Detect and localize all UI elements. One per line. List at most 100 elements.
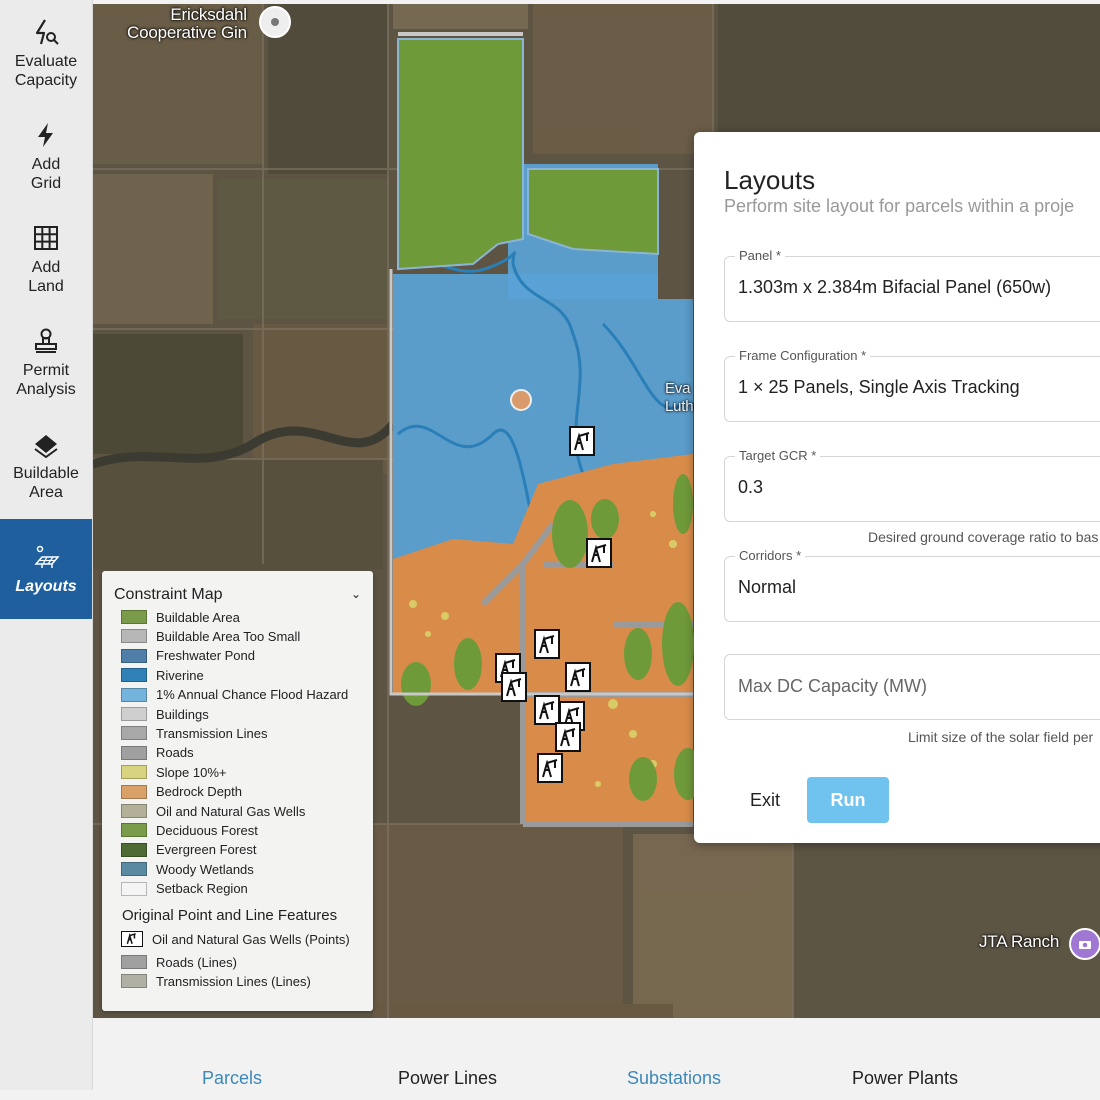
frame-configuration-select[interactable]: Frame Configuration * 1 × 25 Panels, Sin… [724, 348, 1100, 422]
legend-item: Buildings [121, 705, 209, 723]
oil-well-icon [121, 931, 143, 947]
oil-well-icon[interactable] [537, 753, 563, 783]
layouts-panel: Layouts Perform site layout for parcels … [694, 132, 1100, 843]
tab-power-lines[interactable]: Power Lines [398, 1068, 497, 1089]
map-label-ranch: JTA Ranch [979, 932, 1060, 951]
tab-substations[interactable]: Substations [627, 1068, 721, 1089]
sidebar-item-evaluate-capacity[interactable]: Evaluate Capacity [0, 4, 92, 104]
legend-swatch [121, 707, 147, 721]
bolt-icon [38, 123, 53, 147]
sidebar-item-buildable-area[interactable]: Buildable Area [0, 416, 92, 516]
legend-item: 1% Annual Chance Flood Hazard [121, 686, 348, 704]
location-pin-icon[interactable] [259, 6, 291, 38]
legend-item: Buildable Area Too Small [121, 627, 300, 645]
constraint-map-legend: Constraint Map ⌄ Buildable Area Buildable… [102, 571, 373, 1011]
legend-swatch [121, 745, 147, 760]
oil-well-icon[interactable] [534, 695, 560, 725]
field-label: Corridors * [735, 548, 806, 563]
sidebar-item-label: Add Grid [30, 156, 62, 192]
legend-label: Deciduous Forest [156, 822, 258, 838]
tab-power-plants[interactable]: Power Plants [852, 1068, 958, 1089]
sidebar-item-permit-analysis[interactable]: Permit Analysis [0, 313, 92, 413]
legend-swatch [121, 823, 147, 838]
gcr-helper-text: Desired ground coverage ratio to bas [868, 529, 1099, 545]
oil-well-icon[interactable] [534, 629, 560, 659]
legend-swatch [121, 955, 147, 969]
stamp-icon [35, 328, 57, 353]
legend-item: Bedrock Depth [121, 783, 242, 801]
legend-item: Transmission Lines [121, 724, 268, 742]
field-label: Panel * [735, 248, 785, 263]
panel-subtitle: Perform site layout for parcels within a… [724, 196, 1075, 216]
field-value: 1 × 25 Panels, Single Axis Tracking [738, 377, 1020, 397]
legend-label: Bedrock Depth [156, 784, 242, 800]
legend-swatch [121, 974, 147, 988]
sidebar-item-label: Buildable Area [13, 465, 79, 501]
bolt-search-icon [35, 19, 59, 45]
solar-panel-icon [34, 545, 60, 568]
legend-feature-transmission: Transmission Lines (Lines) [121, 972, 311, 990]
legend-swatch [121, 629, 147, 644]
legend-swatch [121, 765, 147, 780]
layers-icon [34, 435, 58, 458]
oil-well-icon[interactable] [555, 722, 581, 752]
legend-item: Riverine [121, 666, 204, 684]
run-button[interactable]: Run [807, 777, 889, 823]
sidebar-item-add-land[interactable]: Add Land [0, 210, 92, 310]
legend-item: Evergreen Forest [121, 841, 256, 859]
legend-label: 1% Annual Chance Flood Hazard [156, 687, 349, 703]
legend-swatch [121, 862, 147, 877]
legend-item: Deciduous Forest [121, 821, 258, 839]
field-value: Normal [738, 577, 797, 597]
legend-label: Roads [156, 745, 194, 761]
legend-label: Transmission Lines (Lines) [156, 973, 311, 989]
legend-label: Setback Region [156, 881, 248, 897]
legend-item: Freshwater Pond [121, 647, 255, 665]
panel-select[interactable]: Panel * 1.303m x 2.384m Bifacial Panel (… [724, 248, 1100, 322]
legend-label: Riverine [156, 667, 204, 683]
legend-item: Roads [121, 744, 194, 762]
legend-item: Oil and Natural Gas Wells [121, 802, 305, 820]
sidebar-item-label: Layouts [15, 577, 77, 595]
field-label: Frame Configuration * [735, 348, 871, 363]
tab-parcels[interactable]: Parcels [202, 1068, 262, 1089]
building-pin-icon[interactable] [510, 389, 532, 411]
legend-item: Buildable Area [121, 608, 240, 626]
sidebar-item-label: Add Land [28, 259, 64, 295]
legend-label: Buildable Area Too Small [156, 628, 301, 644]
oil-well-icon[interactable] [565, 662, 591, 692]
chevron-down-icon[interactable]: ⌄ [351, 587, 361, 601]
bottom-tabs: Parcels Power Lines Substations Power Pl… [93, 1018, 1100, 1100]
legend-label: Roads (Lines) [156, 954, 237, 970]
oil-well-icon[interactable] [586, 538, 612, 568]
legend-swatch [121, 804, 147, 818]
legend-label: Freshwater Pond [156, 648, 255, 664]
legend-label: Buildable Area [156, 609, 240, 625]
legend-label: Oil and Natural Gas Wells [156, 803, 306, 819]
oil-well-icon[interactable] [501, 672, 527, 702]
legend-label: Slope 10%+ [156, 764, 227, 780]
grid-icon [34, 226, 58, 250]
legend-swatch [121, 648, 147, 663]
corridors-select[interactable]: Corridors * Normal [724, 548, 1100, 622]
max-dc-capacity-input[interactable]: Max DC Capacity (MW) [724, 654, 1100, 720]
legend-feature-roads: Roads (Lines) [121, 953, 237, 971]
legend-swatch [121, 687, 147, 702]
panel-title: Layouts [724, 165, 816, 195]
legend-item: Slope 10%+ [121, 763, 226, 781]
legend-item: Woody Wetlands [121, 860, 254, 878]
target-gcr-input[interactable]: Target GCR * 0.3 [724, 448, 1100, 522]
sidebar-item-layouts[interactable]: Layouts [0, 519, 92, 619]
sidebar-item-add-grid[interactable]: Add Grid [0, 107, 92, 207]
legend-swatch [121, 784, 147, 799]
legend-title: Constraint Map [114, 586, 223, 603]
legend-swatch [121, 842, 147, 857]
legend-feature-wells: Oil and Natural Gas Wells (Points) [121, 930, 350, 948]
camera-pin-icon[interactable] [1069, 928, 1100, 960]
oil-well-icon[interactable] [569, 426, 595, 456]
sidebar: Evaluate Capacity Add Grid Add Land Perm… [0, 0, 93, 1090]
legend-label: Buildings [156, 706, 209, 722]
legend-label: Transmission Lines [156, 725, 268, 741]
exit-button[interactable]: Exit [734, 778, 796, 822]
capacity-helper-text: Limit size of the solar field per [908, 729, 1094, 745]
